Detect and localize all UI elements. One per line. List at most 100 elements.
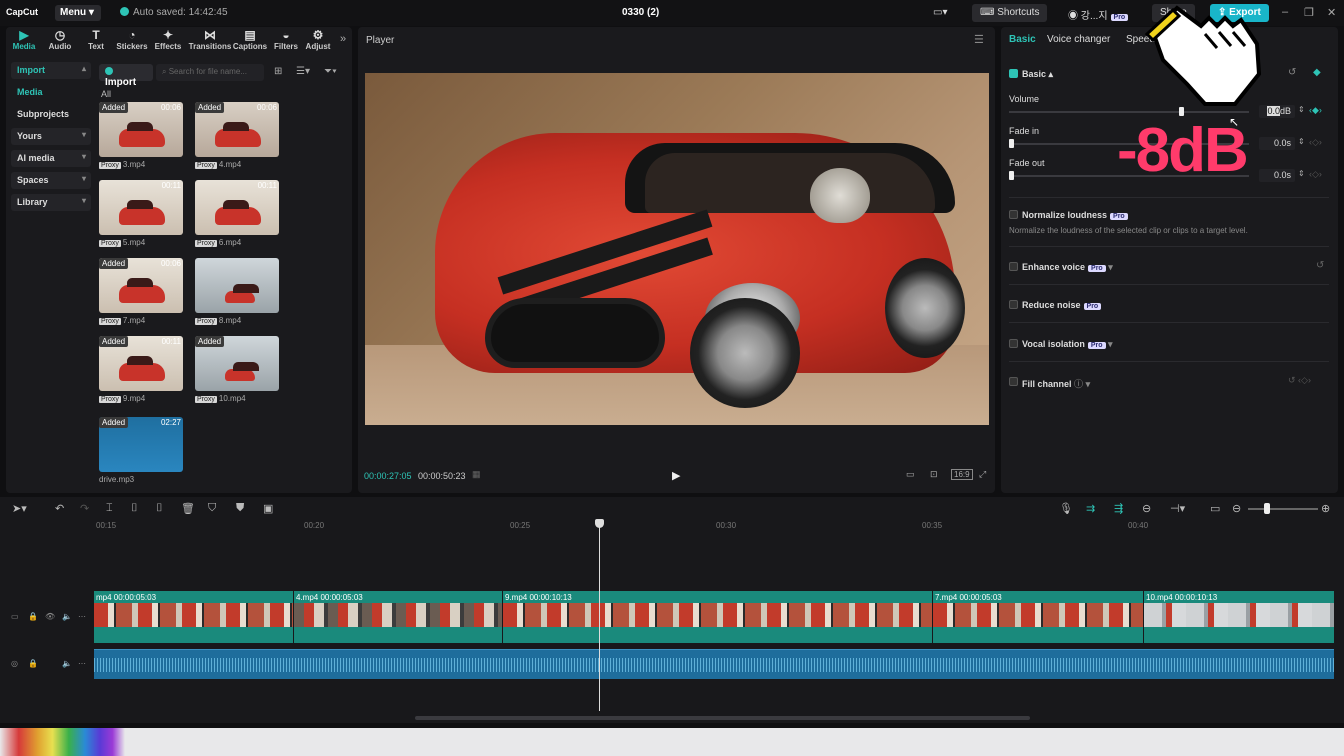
crop-icon[interactable]: ▣ [263,502,273,515]
tool-stickers[interactable]: ◔ Stickers [114,27,150,53]
link-main-icon[interactable]: ⇉ [1086,502,1095,515]
snapshot-icon[interactable]: ⊡ [930,469,938,480]
tab-basic[interactable]: Basic [1009,34,1036,45]
link-icon[interactable]: ⊖ [1142,502,1151,515]
delete-icon[interactable]: 🗑 [181,502,195,515]
nav-spaces[interactable]: Spaces ▾ [11,172,91,189]
fadein-keyframe-icon[interactable]: ‹◇› [1309,137,1322,148]
split-right-icon[interactable]: ⌷ [156,502,163,515]
nav-subprojects[interactable]: Subprojects [11,106,91,123]
layout-icon[interactable]: ▭▾ [925,4,955,22]
user-account[interactable]: ◉ 강...지 Pro [1060,4,1136,22]
menu-button[interactable]: Menu ▾ [55,5,101,21]
tool-media[interactable]: ▶ Media [6,27,42,53]
nav-import[interactable]: Import ▴ [11,62,91,79]
fill-channel-checkbox[interactable] [1009,377,1018,386]
preview-axis-icon[interactable]: ⊣▾ [1170,502,1185,515]
redo-icon[interactable]: ↷ [80,502,89,515]
tool-filters[interactable]: ◒ Filters [268,27,304,53]
media-thumbnail[interactable]: Added 00:06 [195,102,279,157]
reduce-noise-checkbox[interactable] [1009,300,1018,309]
timecode-grid-icon[interactable]: ▦ [472,469,481,480]
undo-icon[interactable]: ↶ [55,502,64,515]
play-icon[interactable]: ▶ [672,469,680,482]
timeline-scrollbar[interactable] [415,716,1030,720]
split-left-icon[interactable]: ⌷ [131,502,138,515]
maximize-icon[interactable]: ❐ [1304,6,1314,19]
fadein-field[interactable]: 0.0s [1259,137,1295,150]
nav-library[interactable]: Library ▾ [11,194,91,211]
close-icon[interactable]: ✕ [1327,6,1336,19]
zoom-out-icon[interactable]: ⊖ [1232,502,1241,515]
timeline-clip[interactable]: 9.mp4 00:00:10:13 [503,591,932,643]
fadeout-field[interactable]: 0.0s [1259,169,1295,182]
speaker-icon[interactable]: 🔈 [62,659,72,668]
time-ruler[interactable]: 00:15 00:20 00:25 00:30 00:35 00:40 [94,519,1334,531]
tool-transitions[interactable]: ⋈ Transitions [188,27,232,53]
lock-icon[interactable]: 🔒 [28,659,38,668]
split-icon[interactable]: ⌶ [106,502,113,515]
media-thumbnail[interactable]: 00:11 [99,180,183,235]
lock-icon[interactable]: 🔒 [28,612,38,621]
magnet-icon[interactable]: ⇶ [1114,502,1123,515]
sort-icon[interactable]: ☰▾ [296,66,310,77]
fill-channel-controls-icon[interactable]: ↺ ‹◇› [1288,375,1311,386]
playhead[interactable] [595,519,604,711]
fadeout-knob[interactable] [1009,171,1014,180]
timeline-clip[interactable]: 4.mp4 00:00:05:03 [294,591,502,643]
more-icon[interactable]: ⋯ [78,659,86,668]
media-thumbnail[interactable]: Added 00:06 [99,258,183,313]
timeline-clip[interactable]: 10.mp4 00:00:10:13 [1144,591,1334,643]
import-button[interactable]: Import [99,64,153,88]
fadein-stepper-icon[interactable]: ⇕ [1298,137,1305,146]
tool-effects[interactable]: ✦ Effects [150,27,186,53]
shield-icon[interactable]: ⛉ [208,502,216,515]
fit-icon[interactable]: ▭ [1210,502,1220,515]
tool-audio[interactable]: ◷ Audio [42,27,78,53]
marker-icon[interactable]: ⛊ [236,502,244,515]
minimize-icon[interactable]: – [1282,6,1288,18]
shortcuts-button[interactable]: ⌨ Shortcuts [972,4,1048,22]
vocal-isolation-checkbox[interactable] [1009,339,1018,348]
fullscreen-icon[interactable]: ⤢ [979,469,986,480]
microphone-icon[interactable]: 🎙 [1059,502,1073,515]
eye-icon[interactable]: 👁 [45,612,55,621]
fadeout-keyframe-icon[interactable]: ‹◇› [1309,169,1322,180]
media-thumbnail[interactable]: Added [195,336,279,391]
volume-keyframe-icon[interactable]: ‹◆› [1309,105,1322,116]
keyframe-icon[interactable]: ◆ [1313,67,1321,78]
basic-checkbox[interactable] [1009,69,1018,78]
media-thumbnail[interactable]: 00:11 [195,180,279,235]
media-thumbnail[interactable]: Added 00:06 [99,102,183,157]
volume-stepper-icon[interactable]: ⇕ [1298,105,1305,114]
timeline-clip[interactable]: mp4 00:00:05:03 [94,591,293,643]
search-input[interactable]: ⌕ Search for file name... [156,64,264,81]
tool-captions[interactable]: ▤ Captions [230,27,270,53]
zoom-slider[interactable] [1248,508,1318,510]
nav-ai-media[interactable]: AI media ▾ [11,150,91,167]
media-thumbnail[interactable] [195,258,279,313]
player-menu-icon[interactable]: ☰ [974,33,984,46]
filter-icon[interactable]: ⏷▾ [324,66,337,77]
zoom-in-icon[interactable]: ⊕ [1321,502,1330,515]
more-tools-icon[interactable]: » [340,33,346,45]
reset-icon[interactable]: ↺ [1288,67,1296,78]
grid-view-icon[interactable]: ⊞ [274,66,282,77]
enhance-checkbox[interactable] [1009,262,1018,271]
tab-voice-changer[interactable]: Voice changer [1047,34,1110,45]
fadein-knob[interactable] [1009,139,1014,148]
normalize-checkbox[interactable] [1009,210,1018,219]
tool-text[interactable]: T Text [78,27,114,53]
volume-slider[interactable] [1009,111,1249,113]
fadeout-stepper-icon[interactable]: ⇕ [1298,169,1305,178]
more-icon[interactable]: ⋯ [78,612,86,621]
audio-clip[interactable] [94,649,1334,679]
basic-section-title[interactable]: Basic ▴ [1022,69,1053,80]
audio-track-icon[interactable]: ◎ [11,659,18,668]
select-tool-icon[interactable]: ➤▾ [12,502,27,515]
zoom-knob[interactable] [1264,503,1270,514]
enhance-reset-icon[interactable]: ↺ [1316,260,1324,271]
timeline-clip[interactable]: 7.mp4 00:00:05:03 [933,591,1143,643]
ratio-button[interactable]: 16:9 [951,469,973,480]
nav-media[interactable]: Media [11,84,91,101]
